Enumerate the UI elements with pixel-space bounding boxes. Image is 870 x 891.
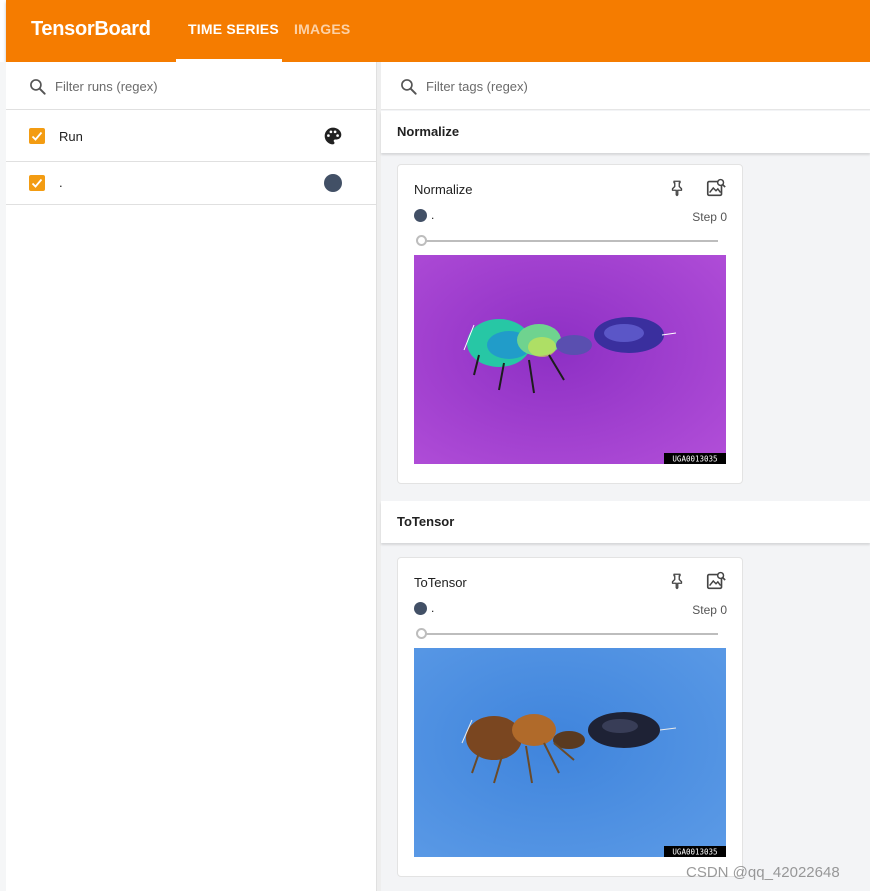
image-totensor[interactable]: UGA0013035 (414, 648, 726, 857)
runs-panel: Filter runs (regex) Run . (6, 62, 377, 891)
tags-filter-input[interactable]: Filter tags (regex) (426, 79, 528, 94)
palette-icon[interactable] (323, 126, 343, 146)
card-run-label: . (431, 208, 435, 222)
group-title: Normalize (397, 124, 460, 139)
main-panel: Filter tags (regex) Normalize Normalize … (381, 62, 870, 891)
check-icon (31, 178, 43, 188)
group-header-normalize[interactable]: Normalize (381, 111, 870, 153)
top-app-bar: TensorBoard TIME SERIES IMAGES (6, 0, 870, 62)
runs-filter[interactable]: Filter runs (regex) (6, 62, 376, 110)
run-color-dot (414, 602, 427, 615)
check-icon (31, 131, 43, 141)
step-slider-track[interactable] (422, 240, 718, 242)
image-fullsize-icon[interactable] (705, 177, 727, 199)
image-normalize[interactable]: UGA0013035 (414, 255, 726, 464)
image-caption: UGA0013035 (672, 848, 717, 857)
image-card-totensor: ToTensor . Step 0 UGA0013035 (397, 557, 743, 877)
run-row[interactable]: . (6, 162, 376, 205)
search-icon (30, 79, 46, 95)
search-icon (401, 79, 417, 95)
pin-icon[interactable] (668, 179, 686, 197)
tab-time-series[interactable]: TIME SERIES (188, 21, 279, 37)
run-name: . (59, 175, 63, 190)
run-row-header: Run (6, 111, 376, 162)
tab-images[interactable]: IMAGES (294, 21, 350, 37)
step-label: Step 0 (692, 603, 727, 617)
card-title: Normalize (414, 182, 473, 197)
group-header-totensor[interactable]: ToTensor (381, 501, 870, 543)
step-slider-track[interactable] (422, 633, 718, 635)
group-title: ToTensor (397, 514, 455, 529)
pin-icon[interactable] (668, 572, 686, 590)
card-title: ToTensor (414, 575, 467, 590)
card-run-label: . (431, 601, 435, 615)
runs-filter-input[interactable]: Filter runs (regex) (55, 79, 158, 94)
step-slider-thumb[interactable] (416, 235, 427, 246)
image-card-normalize: Normalize . Step 0 UGA0013035 (397, 164, 743, 484)
run-color-dot (414, 209, 427, 222)
step-slider-thumb[interactable] (416, 628, 427, 639)
run-column-label: Run (59, 129, 83, 144)
tags-filter[interactable]: Filter tags (regex) (381, 62, 870, 110)
image-fullsize-icon[interactable] (705, 570, 727, 592)
app-title: TensorBoard (31, 18, 151, 40)
watermark: CSDN @qq_42022648 (686, 864, 840, 881)
select-all-checkbox[interactable] (29, 128, 45, 144)
step-label: Step 0 (692, 210, 727, 224)
run-color-swatch[interactable] (324, 174, 342, 192)
image-caption: UGA0013035 (672, 455, 717, 464)
run-checkbox[interactable] (29, 175, 45, 191)
